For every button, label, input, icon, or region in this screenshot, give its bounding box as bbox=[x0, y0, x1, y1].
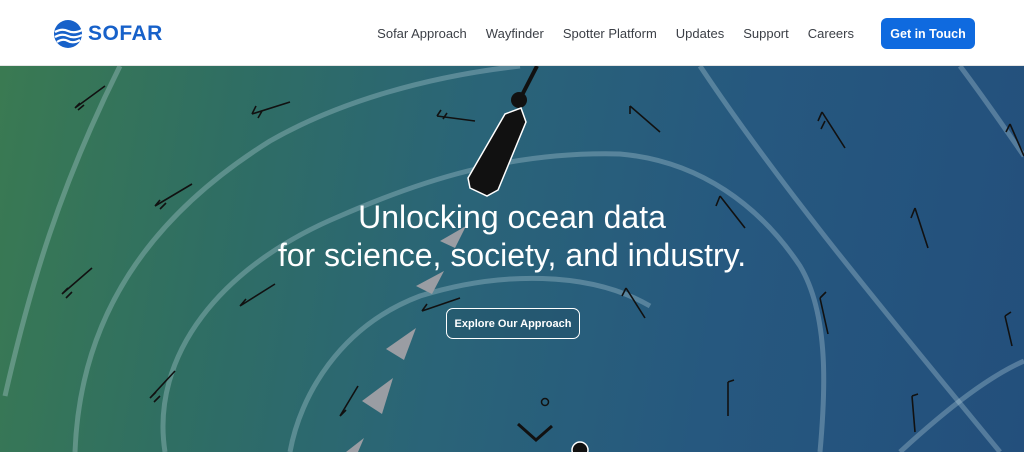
nav-support[interactable]: Support bbox=[743, 26, 789, 41]
main-nav: Sofar Approach Wayfinder Spotter Platfor… bbox=[377, 0, 854, 66]
wind-barb-icon bbox=[727, 379, 735, 416]
nav-sofar-approach[interactable]: Sofar Approach bbox=[377, 26, 467, 41]
nav-wayfinder[interactable]: Wayfinder bbox=[486, 26, 544, 41]
nav-careers[interactable]: Careers bbox=[808, 26, 854, 41]
waypoint-icon bbox=[571, 441, 589, 452]
wind-barb-icon bbox=[911, 393, 919, 433]
get-in-touch-button[interactable]: Get in Touch bbox=[881, 18, 975, 49]
route-arrow-icon bbox=[346, 438, 364, 452]
chevron-down-icon bbox=[517, 422, 553, 442]
sofar-wave-logo-icon bbox=[54, 20, 83, 48]
hero-section: Unlocking ocean data for science, societ… bbox=[0, 66, 1024, 452]
wind-barb-icon bbox=[436, 109, 476, 122]
waypoint-markers bbox=[517, 397, 589, 452]
headline-line-2: for science, society, and industry. bbox=[277, 237, 747, 273]
logo-wordmark: SOFAR bbox=[88, 22, 163, 45]
site-header: SOFAR Sofar Approach Wayfinder Spotter P… bbox=[0, 0, 1024, 66]
wind-barb-icon bbox=[239, 283, 276, 307]
wind-barb-icon bbox=[149, 370, 176, 403]
wind-barb-icon bbox=[251, 101, 291, 119]
sofar-logo[interactable]: SOFAR bbox=[53, 19, 163, 49]
headline-line-1: Unlocking ocean data bbox=[358, 199, 666, 235]
nav-updates[interactable]: Updates bbox=[676, 26, 724, 41]
nav-spotter-platform[interactable]: Spotter Platform bbox=[563, 26, 657, 41]
ship-icon bbox=[467, 66, 539, 197]
wind-barb-icon bbox=[817, 111, 846, 149]
explore-approach-button[interactable]: Explore Our Approach bbox=[446, 308, 580, 339]
route-arrow-icon bbox=[362, 378, 393, 414]
route-arrow-icon bbox=[386, 328, 416, 360]
wind-barb-icon bbox=[339, 385, 359, 417]
hero-headline: Unlocking ocean data for science, societ… bbox=[0, 198, 1024, 274]
wind-barb-icon bbox=[629, 105, 661, 133]
waypoint-icon bbox=[540, 397, 550, 407]
wind-barb-icon bbox=[1004, 311, 1013, 347]
